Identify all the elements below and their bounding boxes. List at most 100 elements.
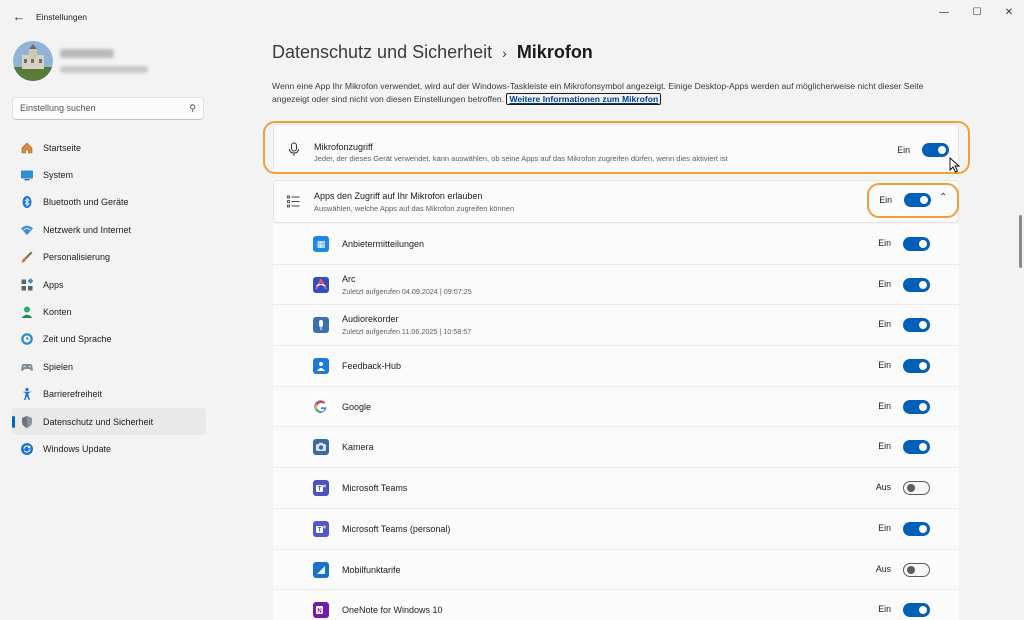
monitor-icon (20, 168, 34, 182)
maximize-icon[interactable]: ☐ (967, 5, 987, 21)
list-item: Google Ein (273, 386, 959, 428)
app-toggle[interactable] (903, 359, 930, 374)
sidebar-item-label: Bluetooth und Geräte (43, 197, 129, 208)
search-input[interactable] (20, 103, 180, 113)
mouse-cursor-icon (949, 156, 961, 178)
sidebar-item-label: System (43, 170, 74, 181)
sidebar-item-startseite[interactable]: Startseite (12, 134, 206, 161)
app-toggle[interactable] (903, 277, 930, 292)
minimize-icon[interactable]: — (934, 5, 954, 21)
app-name: Google (342, 401, 372, 412)
app-state: Ein (878, 278, 891, 289)
wifi-icon (20, 223, 34, 237)
app-name: Anbietermitteilungen (342, 239, 425, 249)
app-state: Ein (878, 400, 891, 411)
list-icon (287, 195, 300, 213)
mic-access-subtitle: Jeder, der dieses Gerät verwendet, kann … (314, 154, 728, 163)
window-title: Einstellungen (36, 12, 88, 22)
svg-text:N: N (317, 609, 321, 615)
app-name: Kamera (342, 442, 374, 453)
sidebar-item-datenschutz[interactable]: Datenschutz und Sicherheit (12, 407, 206, 436)
accessibility-icon (20, 387, 34, 401)
more-info-link[interactable]: Weitere Informationen zum Mikrofon (506, 93, 662, 105)
app-toggle[interactable] (903, 603, 930, 618)
sidebar-item-spielen[interactable]: Spielen (12, 353, 206, 380)
apps-access-toggle[interactable] (904, 193, 931, 207)
sidebar-item-label: Personalisierung (43, 252, 111, 263)
sidebar-item-label: Windows Update (43, 443, 112, 454)
sidebar-item-label: Apps (43, 279, 64, 290)
sidebar-item-label: Spielen (43, 361, 74, 372)
search-box[interactable]: ⚲ (12, 97, 204, 120)
app-last-access: Zuletzt aufgerufen 11.06.2025 | 10:58:57 (342, 327, 472, 337)
chevron-up-icon[interactable]: ⌃ (939, 192, 947, 203)
app-toggle[interactable] (903, 399, 930, 414)
sidebar-item-apps[interactable]: Apps (12, 271, 206, 298)
sidebar-item-system[interactable]: System (12, 161, 206, 188)
app-name: Audiorekorder (342, 314, 399, 325)
list-item: Feedback-Hub Ein (273, 346, 959, 387)
app-toggle[interactable] (903, 318, 930, 333)
sidebar-item-label: Netzwerk und Internet (43, 224, 132, 235)
gamepad-icon (20, 360, 34, 374)
update-icon (20, 442, 34, 456)
sidebar-item-zeit-sprache[interactable]: Zeit und Sprache (12, 326, 206, 353)
close-icon[interactable]: ✕ (999, 5, 1019, 21)
sidebar-item-label: Konten (43, 307, 72, 318)
list-item: Kamera Ein (273, 427, 959, 469)
sidebar-item-bluetooth[interactable]: Bluetooth und Geräte (12, 189, 206, 216)
sidebar-item-barrierefreiheit[interactable]: Barrierefreiheit (12, 381, 206, 408)
title-bar: ← Einstellungen — ☐ ✕ (0, 0, 1024, 34)
mic-access-toggle[interactable] (922, 143, 949, 157)
breadcrumb: Datenschutz und Sicherheit › Mikrofon (272, 42, 593, 63)
sidebar-item-windows-update[interactable]: Windows Update (12, 435, 206, 462)
app-state: Ein (878, 238, 891, 248)
sidebar-item-netzwerk[interactable]: Netzwerk und Internet (12, 216, 206, 243)
list-item: ▦ Anbietermitteilungen Ein (273, 224, 959, 265)
scrollbar[interactable] (1019, 215, 1022, 268)
list-item: Arc Zuletzt aufgerufen 04.09.2024 | 09:0… (273, 264, 959, 306)
mic-access-state: Ein (897, 145, 910, 155)
app-state: Ein (878, 522, 891, 533)
camera-icon (313, 439, 329, 456)
sidebar-item-label: Barrierefreiheit (43, 389, 103, 400)
app-toggle[interactable] (903, 521, 930, 536)
app-state: Ein (878, 319, 891, 330)
teams-personal-icon: T (313, 520, 329, 537)
apps-access-card[interactable]: Apps den Zugriff auf Ihr Mikrofon erlaub… (273, 180, 959, 223)
back-arrow-icon[interactable]: ← (11, 9, 27, 25)
list-item: N OneNote for Windows 10 Ein (273, 590, 959, 620)
apps-access-state: Ein (879, 195, 892, 205)
app-toggle[interactable] (903, 237, 930, 251)
app-name: Feedback-Hub (342, 361, 402, 372)
google-icon (313, 398, 329, 415)
app-toggle[interactable] (903, 440, 930, 455)
list-item: Mobilfunktarife Aus (273, 549, 959, 591)
microphone-icon (288, 142, 300, 162)
app-state: Aus (875, 563, 891, 574)
mic-access-card: Mikrofonzugriff Jeder, der dieses Gerät … (273, 124, 959, 173)
sidebar-item-konten[interactable]: Konten (12, 298, 206, 325)
app-toggle[interactable] (903, 481, 930, 496)
app-state: Ein (878, 441, 891, 452)
sidebar-item-label: Datenschutz und Sicherheit (43, 416, 154, 427)
breadcrumb-parent[interactable]: Datenschutz und Sicherheit (272, 42, 492, 63)
list-item: T Microsoft Teams (personal) Ein (273, 508, 959, 550)
app-name: Arc (342, 273, 356, 284)
sidebar-item-personalisierung[interactable]: Personalisierung (12, 244, 206, 271)
list-item: T Microsoft Teams Aus (273, 468, 959, 509)
svg-text:T: T (318, 487, 322, 493)
person-icon (20, 305, 34, 319)
app-name: Microsoft Teams (342, 483, 408, 494)
sidebar-item-label: Startseite (43, 142, 82, 153)
mobile-plans-icon (313, 561, 329, 578)
apps-access-subtitle: Auswählen, welche Apps auf das Mikrofon … (314, 204, 515, 213)
apps-icon (20, 277, 34, 292)
app-name: OneNote for Windows 10 (342, 605, 443, 616)
app-toggle[interactable] (903, 562, 930, 577)
globe-clock-icon (20, 332, 34, 346)
search-icon[interactable]: ⚲ (189, 103, 196, 114)
profile-name-blurred (60, 49, 114, 58)
app-last-access: Zuletzt aufgerufen 04.09.2024 | 09:07:25 (342, 286, 472, 296)
avatar[interactable] (13, 41, 53, 81)
